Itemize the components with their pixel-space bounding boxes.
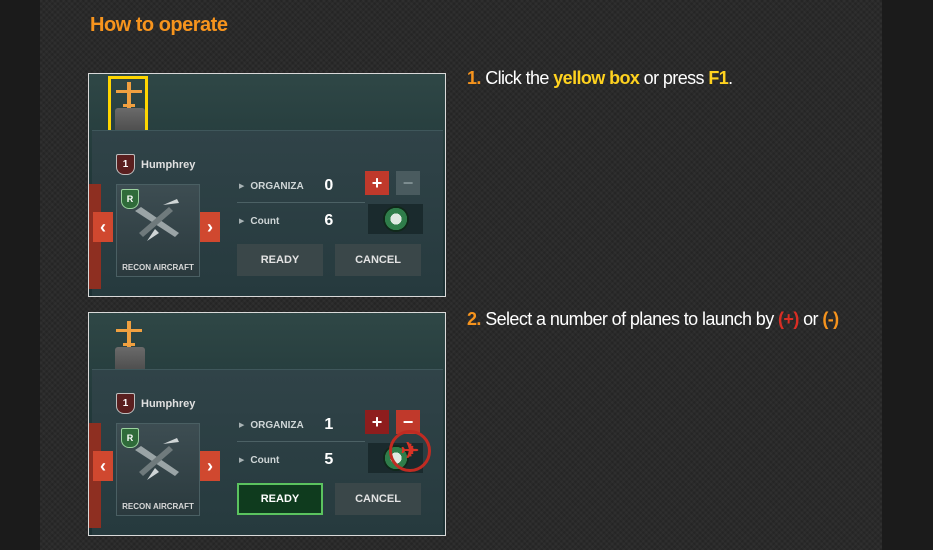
plus-text: (+) [778, 309, 799, 329]
step-text: or press [639, 68, 709, 88]
next-unit-button[interactable]: › [200, 451, 220, 481]
ready-button[interactable]: READY [237, 483, 323, 515]
step-text: . [728, 68, 733, 88]
game-screenshot-step2: 1 Humphrey R RECON AIRCRAFT ‹ › ▶ ORGANI… [88, 312, 446, 536]
content-panel: How to operate 1 Humphrey R RECON AIRCRA… [40, 0, 882, 550]
organize-value: 1 [324, 416, 334, 433]
commander-name: Humphrey [141, 158, 196, 171]
ready-button[interactable]: READY [237, 244, 323, 276]
row-divider [237, 441, 365, 442]
squadron-emblem [368, 204, 423, 234]
count-value: 5 [324, 451, 334, 468]
commander-row: 1 Humphrey [116, 154, 195, 175]
recon-aircraft-icon [135, 438, 179, 480]
unit-label: RECON AIRCRAFT [122, 263, 194, 272]
step-1-instruction: 1. Click the yellow box or press F1. [467, 68, 733, 89]
count-row: ▶ Count 5 [239, 451, 333, 469]
triangle-icon: ▶ [239, 457, 245, 464]
triangle-icon: ▶ [239, 422, 245, 429]
commander-name: Humphrey [141, 397, 196, 410]
count-value: 6 [324, 212, 334, 229]
step-text: Click the [480, 68, 554, 88]
organize-value: 0 [324, 177, 334, 194]
organize-label: ORGANIZA [250, 180, 304, 192]
emblem-icon [382, 206, 409, 232]
count-label: Count [250, 215, 280, 227]
yellow-box-text: yellow box [553, 68, 640, 88]
unit-card[interactable]: R RECON AIRCRAFT [116, 184, 200, 277]
commander-rank-badge: 1 [116, 393, 135, 414]
step-text: Select a number of planes to launch by [480, 309, 779, 329]
target-crosshair-icon: ✈ [389, 430, 431, 472]
cancel-button[interactable]: CANCEL [335, 483, 421, 515]
next-unit-button[interactable]: › [200, 212, 220, 242]
triangle-icon: ▶ [239, 183, 245, 190]
step-number: 2. [467, 309, 481, 329]
unit-label: RECON AIRCRAFT [122, 502, 194, 511]
minus-text: (-) [822, 309, 839, 329]
triangle-icon: ▶ [239, 218, 245, 225]
recon-aircraft-icon [135, 199, 179, 241]
count-row: ▶ Count 6 [239, 212, 333, 230]
organize-label: ORGANIZA [250, 419, 304, 431]
row-divider [237, 202, 365, 203]
organize-row: ▶ ORGANIZA 0 [239, 177, 333, 195]
game-screenshot-step1: 1 Humphrey R RECON AIRCRAFT ‹ › ▶ ORGANI… [88, 73, 446, 297]
cancel-button[interactable]: CANCEL [335, 244, 421, 276]
key-f1: F1 [708, 68, 729, 88]
count-label: Count [250, 454, 280, 466]
plane-slot-icon [116, 321, 142, 347]
prev-unit-button[interactable]: ‹ [93, 451, 113, 481]
unit-card[interactable]: R RECON AIRCRAFT [116, 423, 200, 516]
plus-button[interactable]: + [365, 410, 389, 434]
step-2-instruction: 2. Select a number of planes to launch b… [467, 309, 839, 330]
commander-row: 1 Humphrey [116, 393, 195, 414]
prev-unit-button[interactable]: ‹ [93, 212, 113, 242]
commander-rank-badge: 1 [116, 154, 135, 175]
step-text: or [798, 309, 823, 329]
step-number: 1. [467, 68, 481, 88]
section-title: How to operate [90, 14, 228, 36]
plus-button[interactable]: + [365, 171, 389, 195]
organize-row: ▶ ORGANIZA 1 [239, 416, 333, 434]
minus-button[interactable]: − [396, 171, 420, 195]
